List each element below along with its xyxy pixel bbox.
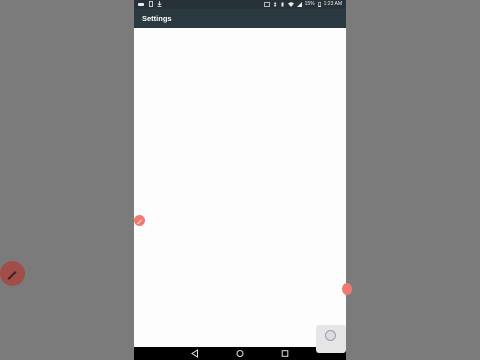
floating-edit-button[interactable] — [134, 215, 145, 226]
cast-icon — [263, 1, 270, 7]
bluetooth-icon — [273, 1, 277, 7]
clock: 1:23 AM — [323, 1, 342, 7]
battery-saver-icon — [149, 1, 153, 7]
wifi-icon — [287, 1, 294, 7]
battery-level: 15% — [304, 1, 315, 7]
pencil-icon — [7, 271, 17, 280]
floating-edit-bubble-large[interactable] — [0, 261, 25, 286]
phone-screen: 15% 1:23 AM Settings — [134, 0, 346, 360]
pencil-icon — [136, 219, 142, 224]
floating-bubble-edge[interactable] — [342, 283, 352, 295]
status-bar-left-icons — [138, 1, 162, 7]
back-icon[interactable] — [190, 349, 200, 358]
status-bar-right-icons: 15% 1:23 AM — [263, 1, 342, 7]
battery-icon — [317, 1, 321, 7]
recents-icon[interactable] — [280, 349, 290, 358]
widget-circle-icon — [325, 330, 336, 341]
settings-content — [134, 28, 346, 347]
floating-widget[interactable] — [316, 325, 346, 353]
status-bar: 15% 1:23 AM — [134, 0, 346, 9]
home-icon[interactable] — [235, 349, 245, 358]
signal-icon — [296, 1, 302, 7]
navigation-bar — [134, 347, 346, 360]
page-title: Settings — [142, 14, 172, 23]
app-bar: Settings — [134, 9, 346, 28]
vibrate-icon — [281, 2, 284, 6]
notification-icon — [138, 2, 144, 6]
download-icon — [157, 1, 162, 7]
